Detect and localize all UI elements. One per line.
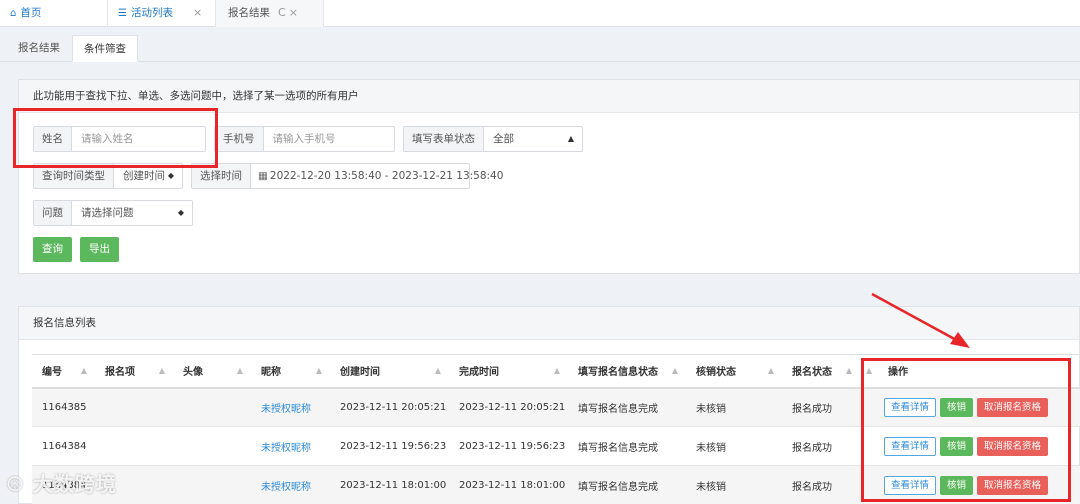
cell-nickname[interactable]: 未授权昵称 bbox=[251, 426, 330, 466]
cell-created: 2023-12-11 18:01:00 bbox=[330, 465, 449, 504]
cell-verify-status: 未核销 bbox=[686, 426, 782, 466]
phone-input[interactable]: 请输入手机号 bbox=[264, 127, 395, 151]
cell-completed: 2023-12-11 18:01:00 bbox=[449, 465, 568, 504]
cell-item bbox=[95, 426, 173, 466]
cell-signup-status: 报名成功 bbox=[782, 387, 860, 427]
col-signup-status[interactable]: 报名状态 ▲ bbox=[782, 354, 860, 389]
col-avatar[interactable]: 头像 ▲ bbox=[173, 354, 251, 389]
cell-created: 2023-12-11 20:05:21 bbox=[330, 387, 449, 427]
sort-icon: ▲ bbox=[315, 366, 322, 375]
cell-signup-status: 报名成功 bbox=[782, 426, 860, 466]
col-id[interactable]: 编号 ▲ bbox=[32, 354, 95, 389]
sort-caret-icon: ▲ bbox=[567, 134, 574, 143]
sort-icon: ▲ bbox=[553, 366, 560, 375]
subtab-condition-filter[interactable]: 条件筛查 bbox=[72, 35, 138, 62]
tab-home-label: 首页 bbox=[20, 7, 42, 19]
time-range-field: 选择时间 ▦ 2022-12-20 13:58:40 - 2023-12-21 1… bbox=[191, 163, 503, 189]
time-range-input: 2022-12-20 13:58:40 - 2023-12-21 13:58:4… bbox=[269, 170, 504, 182]
calendar-icon: ▦ bbox=[258, 170, 268, 182]
tab-activity-list[interactable]: ☰ 活动列表 × bbox=[108, 0, 216, 27]
cell-completed: 2023-12-11 19:56:23 bbox=[449, 426, 568, 466]
col-completed[interactable]: 完成时间 ▲ bbox=[449, 354, 568, 389]
cell-fill-status: 填写报名信息完成 bbox=[568, 465, 686, 504]
annotation-box-actions bbox=[861, 358, 1071, 502]
tab-signup-result[interactable]: 报名结果 C × bbox=[216, 0, 324, 27]
sort-icon: ▲ bbox=[434, 366, 441, 375]
cell-id: 1164385 bbox=[32, 387, 95, 427]
tab-activity-list-label: 活动列表 bbox=[130, 7, 173, 19]
cell-avatar bbox=[173, 426, 251, 466]
cell-nickname[interactable]: 未授权昵称 bbox=[251, 387, 330, 427]
cell-verify-status: 未核销 bbox=[686, 387, 782, 427]
chevron-updown-icon: ◆ bbox=[177, 208, 184, 217]
phone-label: 手机号 bbox=[215, 127, 264, 151]
list-icon: ☰ bbox=[118, 8, 127, 19]
refresh-icon[interactable]: C bbox=[278, 6, 286, 19]
form-status-label: 填写表单状态 bbox=[404, 127, 484, 151]
col-fill-status[interactable]: 填写报名信息状态 ▲ bbox=[568, 354, 686, 389]
cell-fill-status: 填写报名信息完成 bbox=[568, 426, 686, 466]
col-verify-status[interactable]: 核销状态 ▲ bbox=[686, 354, 782, 389]
question-select[interactable]: 问题 请选择问题 ◆ bbox=[33, 200, 193, 226]
cell-avatar bbox=[173, 465, 251, 504]
close-icon[interactable]: × bbox=[193, 6, 202, 19]
cell-fill-status: 填写报名信息完成 bbox=[568, 387, 686, 427]
annotation-arrow-icon bbox=[871, 292, 970, 348]
sub-tab-bar: 报名结果 条件筛查 bbox=[0, 27, 1080, 62]
tab-signup-result-label: 报名结果 bbox=[228, 7, 270, 19]
top-tab-bar: ⌂ 首页 ☰ 活动列表 × 报名结果 C × bbox=[0, 0, 1080, 27]
close-icon[interactable]: × bbox=[289, 6, 298, 19]
question-label: 问题 bbox=[34, 201, 72, 225]
cell-id: 1164384 bbox=[32, 426, 95, 466]
col-created[interactable]: 创建时间 ▲ bbox=[330, 354, 449, 389]
query-button[interactable]: 查询 bbox=[33, 237, 72, 262]
sort-icon: ▲ bbox=[158, 366, 165, 375]
phone-field: 手机号 请输入手机号 bbox=[214, 126, 395, 152]
export-button[interactable]: 导出 bbox=[80, 237, 119, 262]
form-status-value: 全部 bbox=[493, 133, 514, 145]
col-nickname[interactable]: 昵称 ▲ bbox=[251, 354, 330, 389]
cell-item bbox=[95, 387, 173, 427]
subtab-signup-result[interactable]: 报名结果 bbox=[7, 35, 71, 62]
tab-home[interactable]: ⌂ 首页 bbox=[0, 0, 108, 27]
cell-completed: 2023-12-11 20:05:21 bbox=[449, 387, 568, 427]
sort-icon: ▲ bbox=[236, 366, 243, 375]
sort-icon: ▲ bbox=[80, 366, 87, 375]
annotation-box-name bbox=[13, 108, 218, 168]
watermark-logo: ☮ 大数跨境 bbox=[6, 472, 117, 496]
cell-signup-status: 报名成功 bbox=[782, 465, 860, 504]
cell-verify-status: 未核销 bbox=[686, 465, 782, 504]
form-status-select[interactable]: 填写表单状态 全部 ▲ bbox=[403, 126, 583, 152]
cell-nickname[interactable]: 未授权昵称 bbox=[251, 465, 330, 504]
time-type-value: 创建时间 bbox=[123, 170, 165, 182]
cell-created: 2023-12-11 19:56:23 bbox=[330, 426, 449, 466]
sort-icon: ▲ bbox=[671, 366, 678, 375]
home-icon: ⌂ bbox=[10, 8, 17, 19]
cell-avatar bbox=[173, 387, 251, 427]
sort-icon: ▲ bbox=[767, 366, 774, 375]
question-value: 请选择问题 bbox=[81, 207, 134, 219]
col-item[interactable]: 报名项 ▲ bbox=[95, 354, 173, 389]
sort-icon: ▲ bbox=[845, 366, 852, 375]
